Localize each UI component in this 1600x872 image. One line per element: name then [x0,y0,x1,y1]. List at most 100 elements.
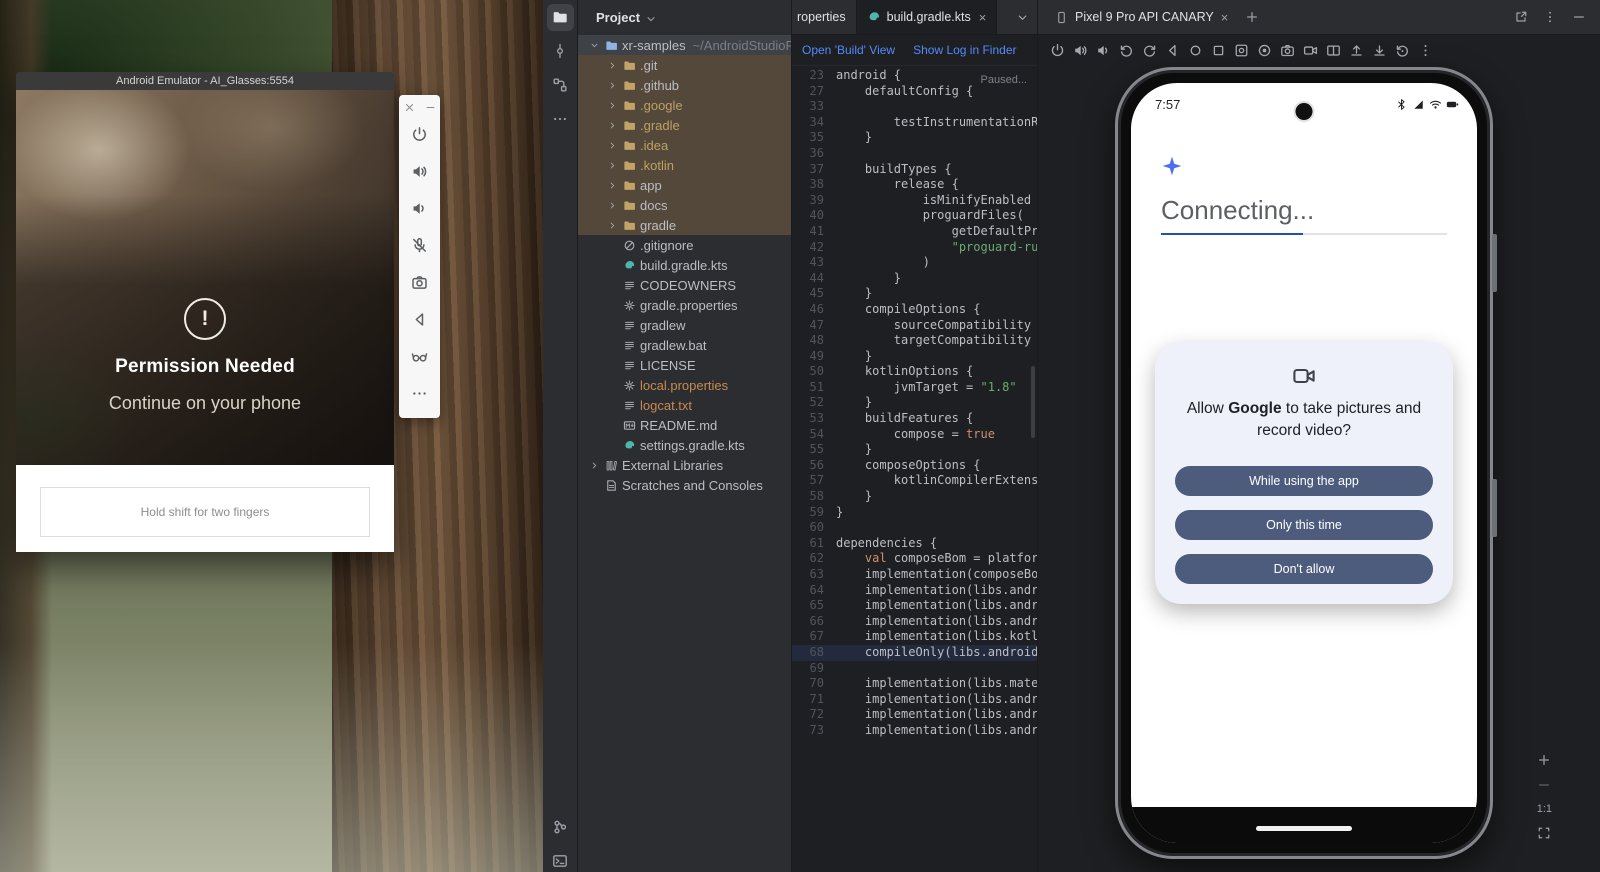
tree-item-xr-samples[interactable]: xr-samples~/AndroidStudioProj [578,35,791,55]
camera-icon[interactable] [1280,43,1295,58]
power-icon[interactable] [1050,43,1065,58]
chevron-right-icon[interactable] [586,460,602,471]
chevron-right-icon[interactable] [604,140,620,151]
upload-icon[interactable] [1349,43,1364,58]
code-line-42[interactable]: 42 "proguard-ru [792,240,1037,256]
code-line-57[interactable]: 57 kotlinCompilerExtens [792,473,1037,489]
open-build-view-link[interactable]: Open 'Build' View [802,43,895,57]
line-number[interactable]: 52 [792,395,836,411]
line-number[interactable]: 39 [792,193,836,209]
phone-screen[interactable]: 7:57 Connecting... Allow Google to take … [1131,83,1477,843]
line-number[interactable]: 44 [792,271,836,287]
perm-button-only-this-time[interactable]: Only this time [1175,510,1433,540]
code-line-59[interactable]: 59} [792,505,1037,521]
camera-icon[interactable] [399,264,440,301]
line-number[interactable]: 59 [792,505,836,521]
code-line-48[interactable]: 48 targetCompatibility [792,333,1037,349]
glasses-icon[interactable] [399,338,440,375]
code-line-43[interactable]: 43 ) [792,255,1037,271]
zoom-in-icon[interactable] [1537,753,1551,767]
chevron-right-icon[interactable] [604,160,620,171]
line-number[interactable]: 35 [792,130,836,146]
tree-item-git[interactable]: .git [578,55,791,75]
tree-item-gitignore[interactable]: .gitignore [578,235,791,255]
code-line-64[interactable]: 64 implementation(libs.andr [792,583,1037,599]
line-number[interactable]: 57 [792,473,836,489]
line-number[interactable]: 58 [792,489,836,505]
tree-item-local-properties[interactable]: local.properties [578,375,791,395]
volume-up-icon[interactable] [1073,43,1088,58]
tree-item-build-gradle-kts[interactable]: build.gradle.kts [578,255,791,275]
commit-tool-icon[interactable] [543,34,577,68]
line-number[interactable]: 41 [792,224,836,240]
code-line-49[interactable]: 49 } [792,349,1037,365]
code-line-33[interactable]: 33 [792,99,1037,115]
tree-item-license[interactable]: LICENSE [578,355,791,375]
more-tools-icon[interactable] [543,102,577,136]
tree-item-gradlew-bat[interactable]: gradlew.bat [578,335,791,355]
minimize-icon[interactable] [1572,10,1586,24]
overview-icon[interactable] [1211,43,1226,58]
screenshot-icon[interactable] [1234,43,1249,58]
code-line-67[interactable]: 67 implementation(libs.kotl [792,629,1037,645]
line-number[interactable]: 72 [792,707,836,723]
line-number[interactable]: 38 [792,177,836,193]
tree-item-idea[interactable]: .idea [578,135,791,155]
code-line-72[interactable]: 72 implementation(libs.andr [792,707,1037,723]
hidden-tabs-chevron-icon[interactable] [1016,0,1037,34]
line-number[interactable]: 36 [792,146,836,162]
show-log-in-finder-link[interactable]: Show Log in Finder [913,43,1016,57]
code-line-66[interactable]: 66 implementation(libs.andr [792,614,1037,630]
tab-build-gradle-kts[interactable]: build.gradle.kts × [857,0,998,34]
volume-down-icon[interactable] [399,190,440,227]
line-number[interactable]: 65 [792,598,836,614]
new-device-tab-icon[interactable] [1245,10,1259,24]
volume-up-icon[interactable] [399,153,440,190]
line-number[interactable]: 68 [792,645,836,661]
code-line-51[interactable]: 51 jvmTarget = "1.8" [792,380,1037,396]
more-v-icon[interactable] [1543,10,1557,24]
line-number[interactable]: 37 [792,162,836,178]
reset-icon[interactable] [1395,43,1410,58]
line-number[interactable]: 48 [792,333,836,349]
code-line-54[interactable]: 54 compose = true [792,427,1037,443]
tree-item-gradlew[interactable]: gradlew [578,315,791,335]
line-number[interactable]: 64 [792,583,836,599]
rotate-right-icon[interactable] [1142,43,1157,58]
line-number[interactable]: 49 [792,349,836,365]
editor-scrollbar[interactable] [1031,366,1035,438]
tree-item-kotlin[interactable]: .kotlin [578,155,791,175]
line-number[interactable]: 67 [792,629,836,645]
code-line-61[interactable]: 61dependencies { [792,536,1037,552]
structure-tool-icon[interactable] [543,68,577,102]
chevron-right-icon[interactable] [604,220,620,231]
code-line-47[interactable]: 47 sourceCompatibility [792,318,1037,334]
line-number[interactable]: 55 [792,442,836,458]
tab-gradle-properties[interactable]: roperties [792,0,857,34]
line-number[interactable]: 63 [792,567,836,583]
line-number[interactable]: 54 [792,427,836,443]
line-number[interactable]: 42 [792,240,836,256]
perm-button-while-using-the-app[interactable]: While using the app [1175,466,1433,496]
line-number[interactable]: 47 [792,318,836,334]
code-line-46[interactable]: 46 compileOptions { [792,302,1037,318]
code-line-73[interactable]: 73 implementation(libs.andr [792,723,1037,739]
code-line-38[interactable]: 38 release { [792,177,1037,193]
code-line-50[interactable]: 50 kotlinOptions { [792,364,1037,380]
chevron-down-icon[interactable] [586,40,602,51]
tree-item-gradle[interactable]: .gradle [578,115,791,135]
line-number[interactable]: 70 [792,676,836,692]
code-line-44[interactable]: 44 } [792,271,1037,287]
project-tool-icon[interactable] [543,0,577,34]
emulator-screen[interactable]: ! Permission Needed Continue on your pho… [16,90,394,465]
code-line-37[interactable]: 37 buildTypes { [792,162,1037,178]
code-editor[interactable]: Paused... 23android {27 defaultConfig {3… [792,66,1037,872]
fold-icon[interactable] [1326,43,1341,58]
close-tab-icon[interactable]: × [1221,10,1229,25]
line-number[interactable]: 66 [792,614,836,630]
code-line-52[interactable]: 52 } [792,395,1037,411]
tab-pixel-9-pro-api-canary[interactable]: Pixel 9 Pro API CANARY × [1046,1,1237,34]
code-line-68[interactable]: 68 compileOnly(libs.android [792,645,1037,661]
line-number[interactable]: 62 [792,551,836,567]
tree-item-readme-md[interactable]: README.md [578,415,791,435]
